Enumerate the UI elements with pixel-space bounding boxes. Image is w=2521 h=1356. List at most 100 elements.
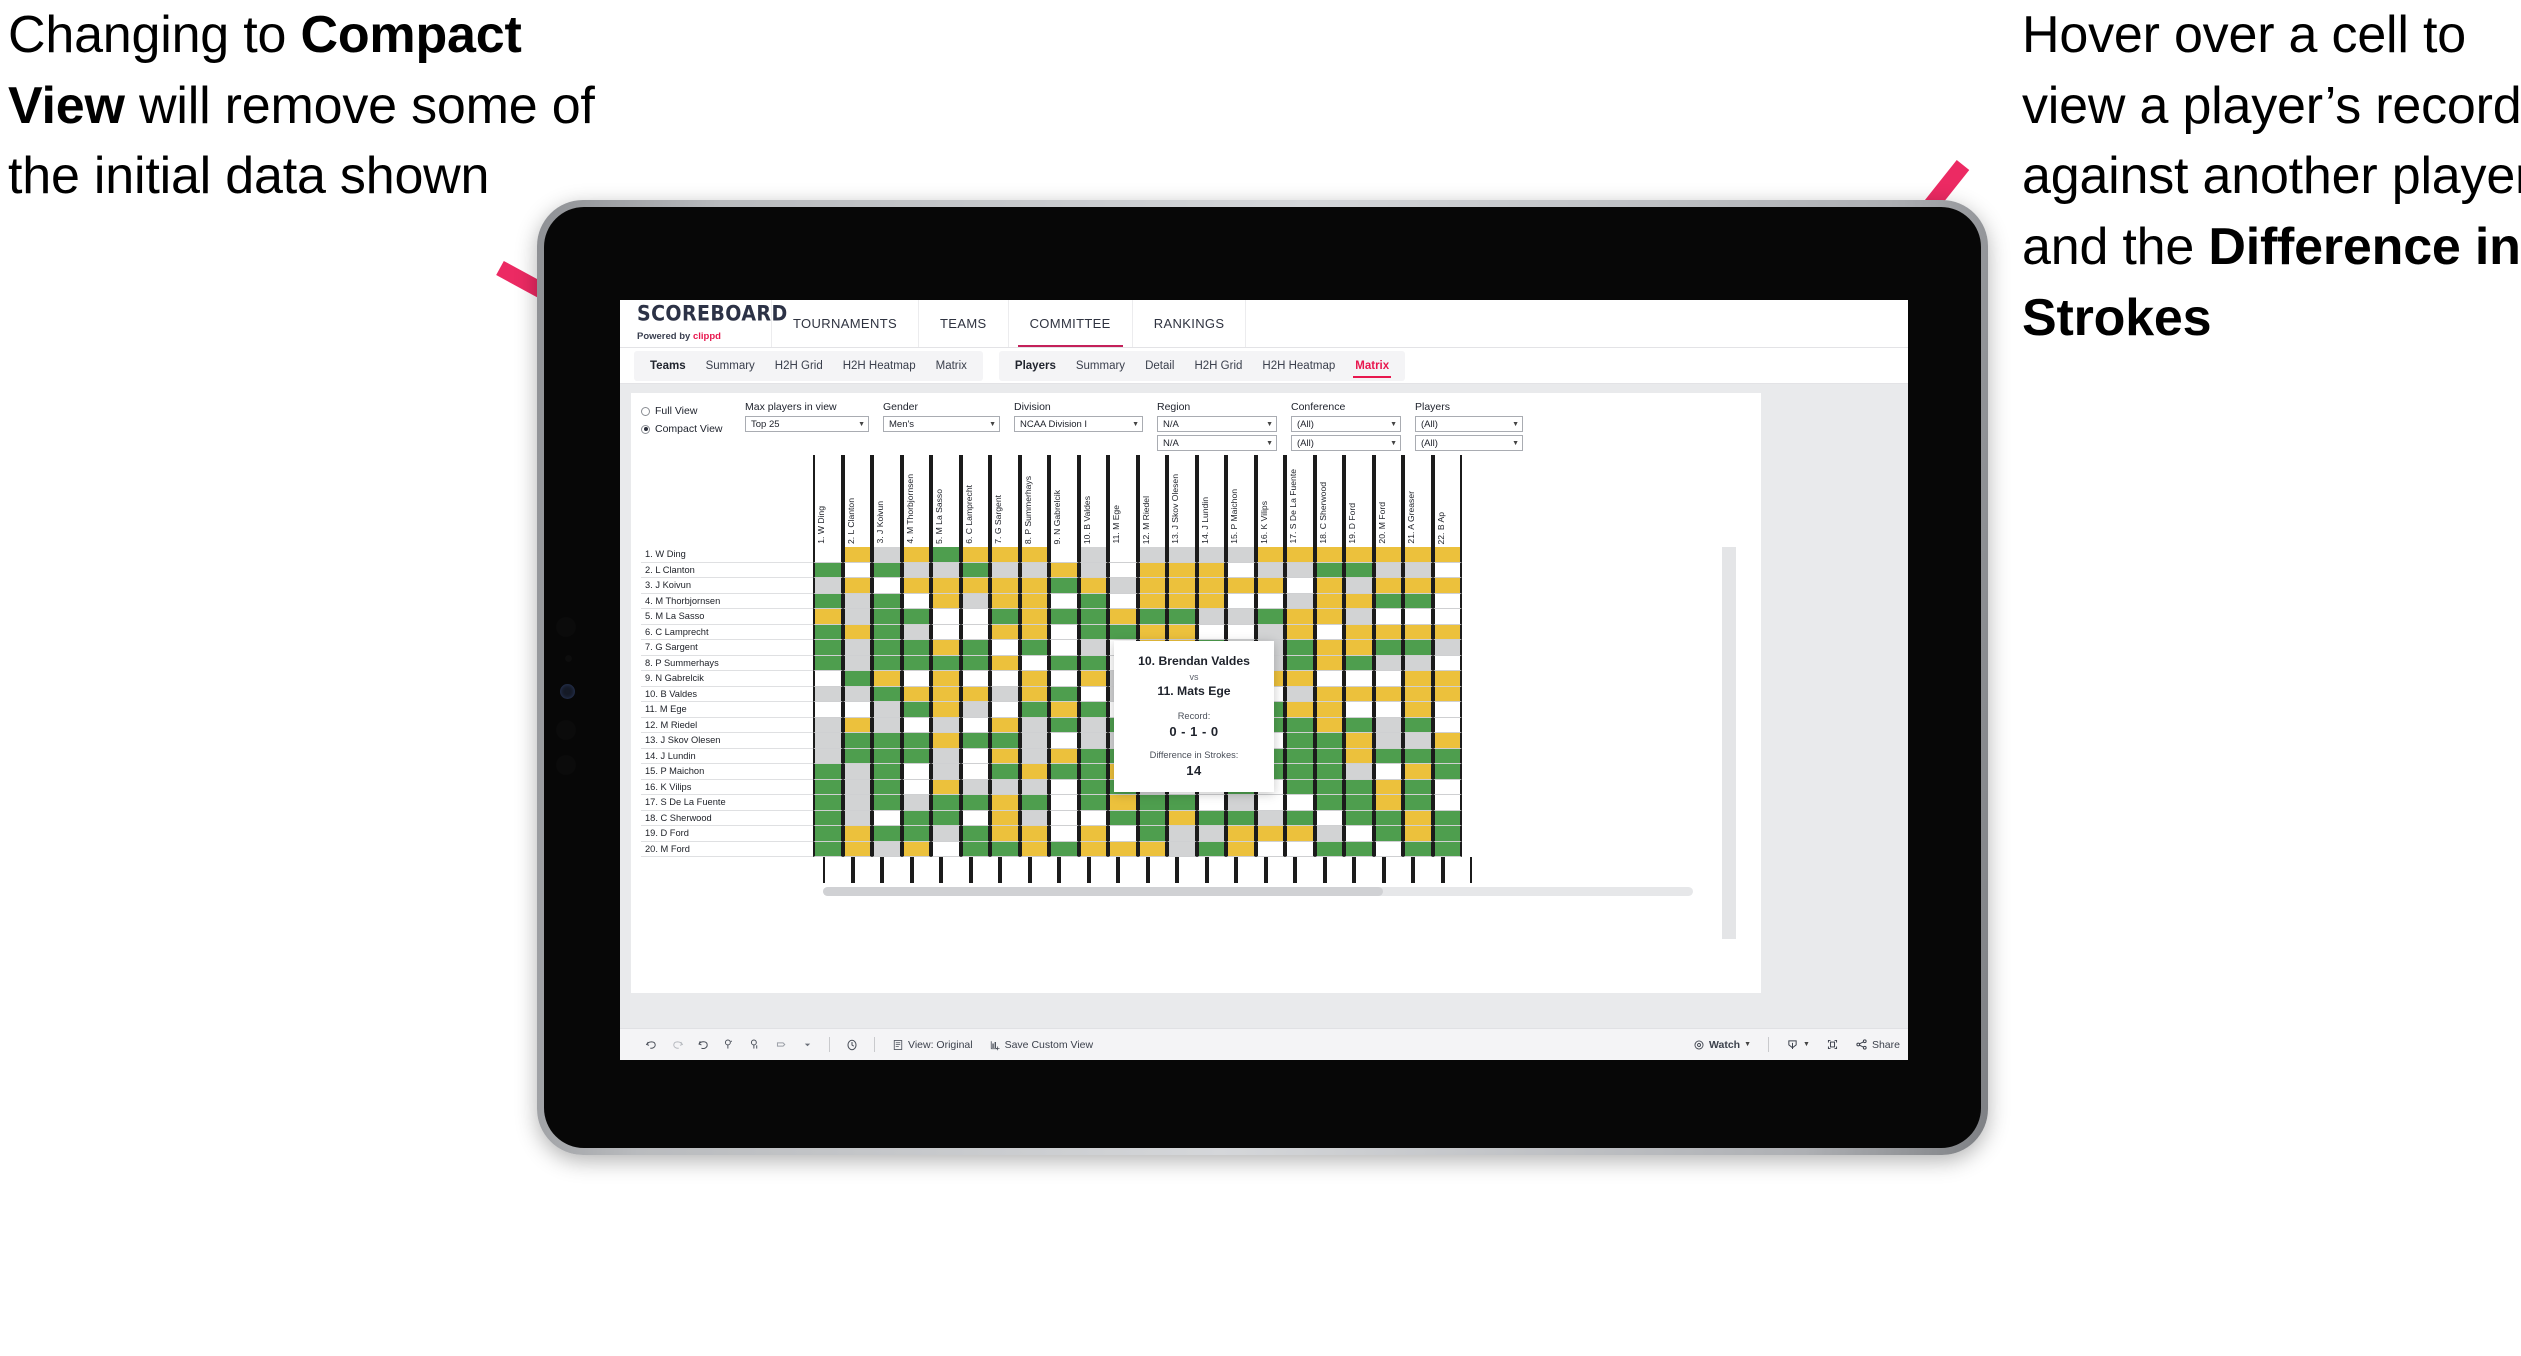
matrix-cell[interactable] [1403,810,1433,826]
matrix-cell[interactable] [1049,826,1079,842]
matrix-cell[interactable] [842,655,872,671]
matrix-cell[interactable] [1314,624,1344,640]
matrix-cell[interactable] [1137,826,1167,842]
matrix-cell[interactable] [1049,779,1079,795]
matrix-cell[interactable] [901,593,931,609]
matrix-cell[interactable] [1373,841,1403,857]
matrix-cell[interactable] [1373,810,1403,826]
matrix-cell[interactable] [960,547,990,563]
matrix-cell[interactable] [1255,810,1285,826]
matrix-cell[interactable] [1226,578,1256,594]
matrix-cell[interactable] [1373,717,1403,733]
matrix-cell[interactable] [1373,624,1403,640]
matrix-cell[interactable] [901,624,931,640]
matrix-cell[interactable] [813,609,843,625]
matrix-cell[interactable] [990,671,1020,687]
matrix-cell[interactable] [842,748,872,764]
matrix-cell[interactable] [990,764,1020,780]
matrix-cell[interactable] [1019,717,1049,733]
matrix-cell[interactable] [1078,748,1108,764]
matrix-cell[interactable] [813,686,843,702]
matrix-cell[interactable] [1285,748,1315,764]
matrix-cell[interactable] [1314,562,1344,578]
matrix-cell[interactable] [1285,826,1315,842]
matrix-cell[interactable] [1255,578,1285,594]
matrix-cell[interactable] [1226,562,1256,578]
matrix-cell[interactable] [1137,810,1167,826]
matrix-cell[interactable] [1314,764,1344,780]
matrix-cell[interactable] [960,702,990,718]
matrix-cell[interactable] [1373,795,1403,811]
matrix-cell[interactable] [872,733,902,749]
matrix-cell[interactable] [960,655,990,671]
matrix-cell[interactable] [901,779,931,795]
matrix-cell[interactable] [1432,841,1462,857]
matrix-cell[interactable] [813,655,843,671]
matrix-cell[interactable] [901,826,931,842]
matrix-cell[interactable] [1373,578,1403,594]
matrix-cell[interactable] [1019,671,1049,687]
matrix-cell[interactable] [1078,593,1108,609]
matrix-cell[interactable] [1285,624,1315,640]
matrix-cell[interactable] [931,609,961,625]
matrix-cell[interactable] [842,593,872,609]
matrix-cell[interactable] [813,547,843,563]
matrix-cell[interactable] [872,609,902,625]
matrix-cell[interactable] [990,702,1020,718]
matrix-cell[interactable] [813,624,843,640]
matrix-cell[interactable] [1344,671,1374,687]
matrix-cell[interactable] [872,655,902,671]
matrix-cell[interactable] [931,748,961,764]
matrix-cell[interactable] [1432,640,1462,656]
matrix-cell[interactable] [960,841,990,857]
matrix-cell[interactable] [1078,779,1108,795]
filter-division-select[interactable]: NCAA Division I ▼ [1014,416,1143,432]
matrix-cell[interactable] [990,779,1020,795]
matrix-cell[interactable] [931,702,961,718]
matrix-cell[interactable] [1314,779,1344,795]
matrix-cell[interactable] [1167,593,1197,609]
matrix-cell[interactable] [1373,702,1403,718]
matrix-cell[interactable] [1314,609,1344,625]
matrix-cell[interactable] [1255,593,1285,609]
matrix-cell[interactable] [1344,578,1374,594]
matrix-cell[interactable] [1285,779,1315,795]
matrix-cell[interactable] [1196,547,1226,563]
matrix-cell[interactable] [1108,547,1138,563]
matrix-cell[interactable] [872,686,902,702]
matrix-cell[interactable] [1285,717,1315,733]
matrix-cell[interactable] [1314,826,1344,842]
matrix-cell[interactable] [901,764,931,780]
matrix-cell[interactable] [872,795,902,811]
matrix-cell[interactable] [1344,717,1374,733]
matrix-cell[interactable] [901,841,931,857]
matrix-cell[interactable] [901,640,931,656]
tab-players-matrix[interactable]: Matrix [1345,351,1399,381]
matrix-cell[interactable] [960,717,990,733]
matrix-cell[interactable] [1403,733,1433,749]
matrix-cell[interactable] [1344,841,1374,857]
matrix-cell[interactable] [1432,547,1462,563]
matrix-cell[interactable] [1432,717,1462,733]
matrix-cell[interactable] [1078,702,1108,718]
filter-players-select[interactable]: (All) ▼ [1415,416,1523,432]
matrix-cell[interactable] [1314,640,1344,656]
matrix-cell[interactable] [931,826,961,842]
matrix-cell[interactable] [1285,562,1315,578]
matrix-cell[interactable] [872,562,902,578]
matrix-cell[interactable] [1049,841,1079,857]
matrix-cell[interactable] [1344,655,1374,671]
radio-compact-view[interactable]: Compact View [641,421,745,437]
matrix-cell[interactable] [1285,795,1315,811]
matrix-cell[interactable] [960,733,990,749]
matrix-cell[interactable] [1137,841,1167,857]
matrix-cell[interactable] [1344,593,1374,609]
pause-icon[interactable] [742,1032,768,1058]
matrix-cell[interactable] [872,547,902,563]
matrix-cell[interactable] [1373,655,1403,671]
matrix-cell[interactable] [1344,779,1374,795]
matrix-cell[interactable] [1314,702,1344,718]
matrix-cell[interactable] [1285,702,1315,718]
matrix-cell[interactable] [901,686,931,702]
matrix-cell[interactable] [1049,702,1079,718]
